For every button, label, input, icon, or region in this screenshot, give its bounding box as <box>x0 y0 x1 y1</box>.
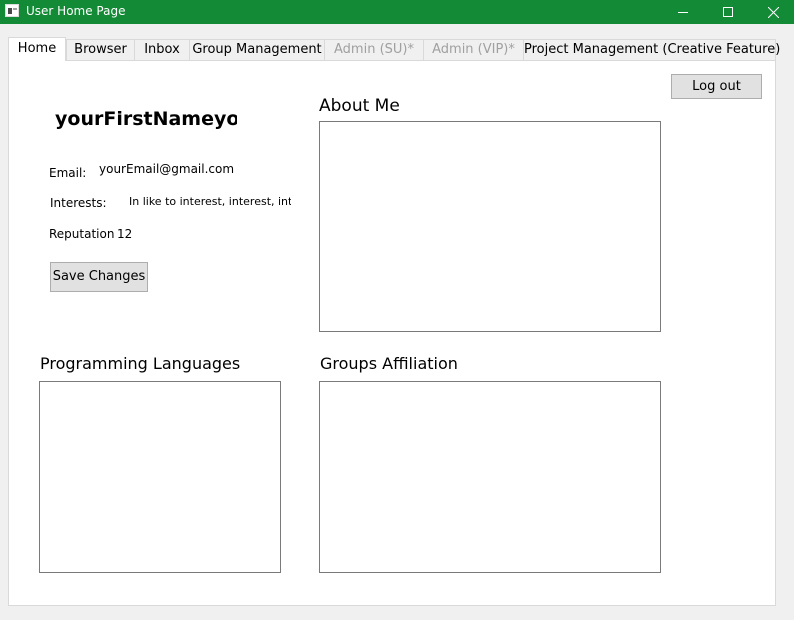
title-bar[interactable]: User Home Page <box>0 0 794 24</box>
tab-browser[interactable]: Browser <box>66 39 135 60</box>
close-button[interactable] <box>750 0 794 24</box>
interests-value: In like to interest, interest, interest <box>129 195 291 208</box>
about-me-box[interactable] <box>319 121 661 332</box>
tab-inbox[interactable]: Inbox <box>134 39 190 60</box>
minimize-icon <box>678 12 688 13</box>
tab-home[interactable]: Home <box>8 37 66 61</box>
tab-label: Admin (SU)* <box>334 42 414 57</box>
tab-admin-su: Admin (SU)* <box>324 39 424 60</box>
tab-project-management[interactable]: Project Management (Creative Feature) <box>523 39 780 60</box>
user-name: yourFirstNameyourLastName <box>55 108 237 130</box>
reputation-value: 12 <box>117 227 133 241</box>
programming-languages-box[interactable] <box>39 381 281 573</box>
tab-admin-vip: Admin (VIP)* <box>423 39 524 60</box>
about-me-heading: About Me <box>319 96 400 116</box>
maximize-icon <box>723 7 733 17</box>
tab-label: Project Management (Creative Feature) <box>524 42 781 57</box>
groups-affiliation-box[interactable] <box>319 381 661 573</box>
email-value: yourEmail@gmail.com <box>99 162 235 176</box>
email-label: Email: <box>49 166 87 180</box>
logout-button[interactable]: Log out <box>671 74 762 99</box>
reputation-label: Reputation <box>49 227 115 241</box>
window-title: User Home Page <box>26 4 126 18</box>
close-icon <box>767 6 779 18</box>
tab-label: Group Management <box>192 42 322 57</box>
home-panel: Log out yourFirstNameyourLastName Email:… <box>8 60 776 606</box>
programming-languages-heading: Programming Languages <box>40 354 241 373</box>
tab-label: Inbox <box>144 42 180 57</box>
app-icon <box>5 4 19 17</box>
save-changes-button[interactable]: Save Changes <box>50 262 148 292</box>
tab-label: Browser <box>74 42 127 57</box>
groups-affiliation-heading: Groups Affiliation <box>320 354 458 373</box>
tab-label: Home <box>17 41 57 56</box>
tab-group-management[interactable]: Group Management <box>189 39 325 60</box>
interests-label: Interests: <box>50 196 107 210</box>
tab-label: Admin (VIP)* <box>432 42 515 57</box>
minimize-button[interactable] <box>660 0 706 24</box>
maximize-button[interactable] <box>705 0 751 24</box>
